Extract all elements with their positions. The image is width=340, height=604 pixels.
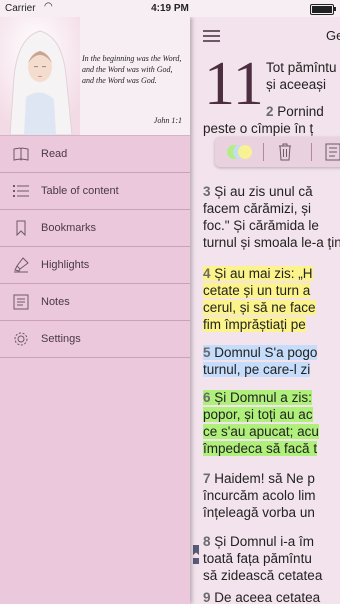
verse-9[interactable]: 9 De aceea cetatea [203,589,320,604]
verse-line[interactable]: toată fața pămîntu [203,550,312,567]
highlight-color-icon[interactable] [225,143,253,161]
verse-3[interactable]: 3 Și au zis unul că [203,183,313,200]
verse-line-text: turnul, pe care-l zi [203,362,311,377]
verse-line-text: popor, și toți au ac [203,407,313,422]
list-icon [12,182,30,200]
verse-text: Și au zis unul că [214,184,313,199]
bookmark-marker-icon [193,545,199,555]
menu-item-table-of-content[interactable]: Table of content [0,173,190,210]
verse-number: 8 [203,534,211,549]
verse-line[interactable]: fim împrăștiați pe [203,316,306,333]
book-title: Ge [326,28,340,43]
verse-line[interactable]: foc." Și cărămida le [203,217,319,234]
verse-7[interactable]: 7 Haidem! să Ne p [203,470,315,487]
verse-number: 9 [203,590,211,604]
status-bar: Carrier ◠ 4:19 PM [0,0,340,17]
bookmark-icon [12,219,30,237]
bible-quote-reference: John 1:1 [153,116,182,125]
verse-line[interactable]: încurcăm acolo lim [203,487,316,504]
verse-line[interactable]: să zidească cetatea [203,567,322,584]
verse-number: 6 [203,390,211,405]
menu-item-label: Highlights [41,259,90,271]
menu-item-read[interactable]: Read [0,136,190,173]
menu-item-label: Bookmarks [41,222,97,234]
status-time: 4:19 PM [151,3,189,14]
sidebar-header: In the beginning was the Word, and the W… [0,17,190,136]
menu-item-notes[interactable]: Notes [0,284,190,321]
verse-text: De aceea cetatea [214,590,321,604]
reader-panel: Ge 11 Tot pămîntu și aceeași 2 Pornind p… [190,17,340,604]
menu-item-label: Settings [41,333,81,345]
menu-item-bookmarks[interactable]: Bookmarks [0,210,190,247]
verse-line[interactable]: facem cărămizi, și [203,200,311,217]
menu-item-highlights[interactable]: Highlights [0,247,190,284]
verse-6[interactable]: 6 Și Domnul a zis: [203,389,312,406]
gear-icon [12,330,30,348]
verse-number: 4 [203,266,211,281]
verse-text: Domnul S'a pogo [214,345,318,360]
verse-line[interactable]: popor, și toți au ac [203,406,313,423]
verse-line[interactable]: și aceeași [266,76,326,93]
verse-number: 5 [203,345,211,360]
verse-number: 2 [266,104,274,119]
verse-line[interactable]: peste o cîmpie în ț [203,120,313,137]
hamburger-menu-icon[interactable] [203,30,220,42]
verse-4[interactable]: 4 Și au mai zis: „H [203,265,313,282]
verse-line-text: împedeca să facă t [203,441,318,456]
menu-item-label: Notes [41,296,70,308]
menu-item-label: Read [41,148,68,160]
verse-line-text: ce s'au apucat; acu [203,424,319,439]
verse-line-text: cerul, și să ne face [203,300,316,315]
verse-text: Și Domnul a zis: [214,390,312,405]
verse-line[interactable]: împedeca să facă t [203,440,318,457]
menu-item-label: Table of content [41,185,119,197]
note-marker-icon [193,558,199,564]
sidebar-menu: In the beginning was the Word, and the W… [0,17,190,604]
menu-item-settings[interactable]: Settings [0,321,190,358]
reader-nav-bar: Ge [190,17,340,51]
notes-icon [12,293,30,311]
highlight-toolbar [215,137,340,167]
verse-text: Haidem! să Ne p [214,471,315,486]
verse-line[interactable]: cerul, și să ne face [203,299,316,316]
verse-text: Și au mai zis: „H [214,266,313,281]
verse-line-text: cetate și un turn a [203,283,311,298]
battery-icon [310,4,336,15]
verse-number: 3 [203,184,211,199]
verse-5[interactable]: 5 Domnul S'a pogo [203,344,318,361]
verse-line[interactable]: turnul și smoala le-a ținut [203,234,340,251]
book-icon [12,145,30,163]
verse-line[interactable]: cetate și un turn a [203,282,311,299]
verse-2[interactable]: 2 Pornind [266,103,324,120]
bible-quote: In the beginning was the Word, and the W… [82,54,182,85]
chapter-number: 11 [204,50,264,118]
highlighter-icon [12,256,30,274]
verse-text: Și Domnul i-a îm [214,534,315,549]
verse-line[interactable]: înțeleagă vorba un [203,504,315,521]
verse-number: 7 [203,471,211,486]
verse-line[interactable]: turnul, pe care-l zi [203,361,311,378]
verse-8[interactable]: 8 Și Domnul i-a îm [203,533,314,550]
verse-line[interactable]: ce s'au apucat; acu [203,423,319,440]
add-note-icon[interactable] [325,143,340,161]
verse-text: Pornind [277,104,324,119]
trash-icon[interactable] [277,142,293,162]
verse-line[interactable]: Tot pămîntu [266,59,337,76]
verse-line-text: fim împrăștiați pe [203,317,306,332]
madonna-image [0,17,80,135]
